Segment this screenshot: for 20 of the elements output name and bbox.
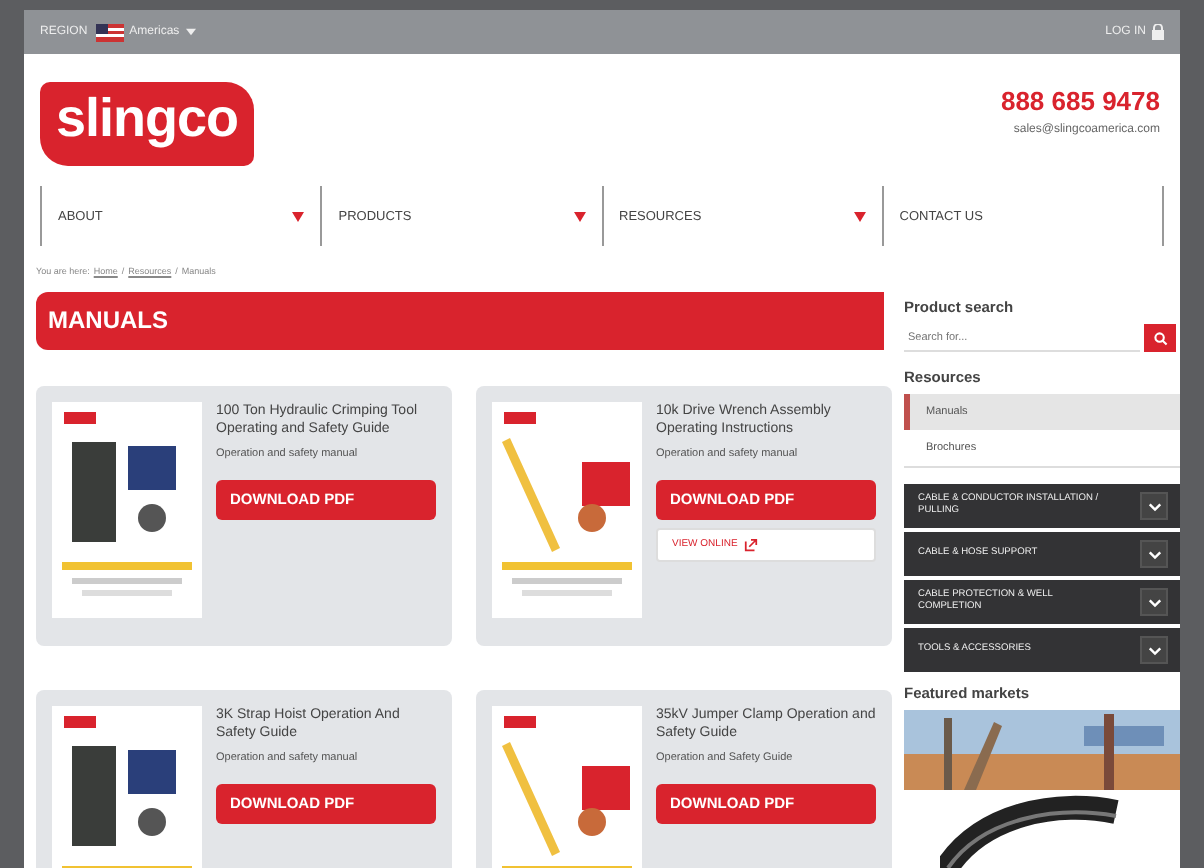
expand-button[interactable] (1140, 636, 1168, 664)
flag-icon (95, 23, 124, 41)
expand-button[interactable] (1140, 540, 1168, 568)
dropdown-icon (573, 211, 585, 221)
caret-icon (185, 28, 196, 36)
expand-button[interactable] (1140, 588, 1168, 616)
lock-icon (1152, 24, 1164, 40)
expand-button[interactable] (1140, 492, 1168, 520)
external-link-icon (743, 537, 758, 552)
chevron-icon (1147, 549, 1161, 559)
logo[interactable]: slingco (40, 82, 255, 166)
chevron-icon (1147, 645, 1161, 655)
phone-number[interactable]: 888 685 9478 (1000, 86, 1160, 116)
chevron-icon (1147, 597, 1161, 607)
search-icon (1153, 331, 1167, 345)
dropdown-icon (853, 211, 866, 221)
search-button[interactable] (1144, 324, 1176, 352)
chevron-icon (1147, 501, 1161, 511)
page-heading: MANUALS (36, 292, 884, 350)
dropdown-icon (292, 211, 305, 221)
